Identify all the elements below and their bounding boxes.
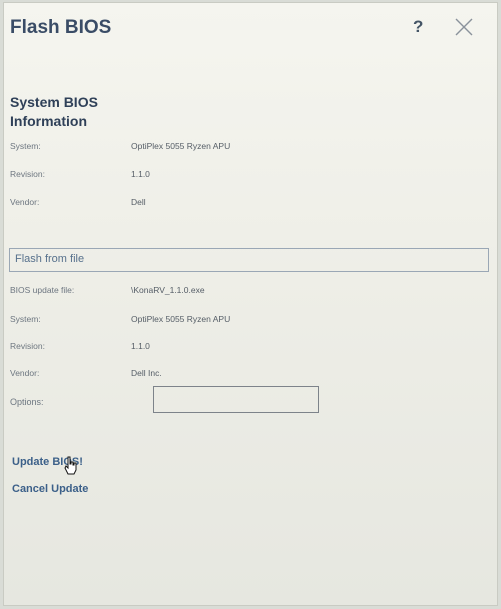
file-vendor-label: Vendor: — [10, 368, 40, 378]
bios-update-file-value: \KonaRV_1.1.0.exe — [131, 285, 205, 295]
hand-pointer-icon — [64, 456, 77, 475]
system-label: System: — [10, 141, 41, 151]
revision-value: 1.1.0 — [131, 169, 150, 179]
file-system-value: OptiPlex 5055 Ryzen APU — [131, 314, 231, 324]
system-value: OptiPlex 5055 Ryzen APU — [131, 141, 231, 151]
flash-from-file-button[interactable]: Flash from file — [9, 248, 489, 272]
file-vendor-value: Dell Inc. — [131, 368, 162, 378]
system-bios-heading: System BIOS Information — [10, 94, 98, 129]
revision-label: Revision: — [10, 169, 45, 179]
vendor-label: Vendor: — [10, 197, 40, 207]
dialog-title: Flash BIOS — [10, 17, 112, 38]
flash-from-file-label: Flash from file — [15, 253, 85, 265]
options-label: Options: — [10, 397, 44, 407]
bios-update-file-label: BIOS update file: — [10, 285, 75, 295]
help-icon[interactable]: ? — [413, 17, 423, 37]
file-revision-value: 1.1.0 — [131, 341, 150, 351]
file-system-label: System: — [10, 314, 41, 324]
flash-bios-dialog: Flash BIOS ? System BIOS Information Sys… — [3, 2, 498, 606]
close-icon[interactable] — [453, 16, 475, 38]
vendor-value: Dell — [131, 197, 146, 207]
file-revision-label: Revision: — [10, 341, 45, 351]
options-field[interactable] — [153, 386, 319, 413]
cancel-update-link[interactable]: Cancel Update — [12, 483, 88, 495]
